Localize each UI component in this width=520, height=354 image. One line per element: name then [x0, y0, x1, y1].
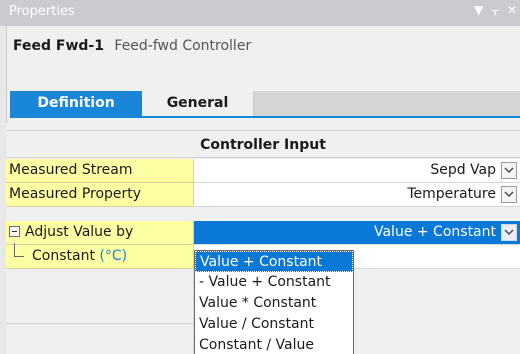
- value-text: Temperature: [407, 186, 496, 202]
- chevron-down-icon: [504, 167, 514, 173]
- label-measured-property: Measured Property: [6, 183, 194, 207]
- chevron-down-icon: [504, 191, 514, 197]
- option-value-times-constant[interactable]: Value * Constant: [195, 293, 353, 314]
- dropdown-arrow-icon[interactable]: ▼: [474, 3, 483, 17]
- close-icon[interactable]: ✕: [507, 3, 517, 17]
- chevron-down-icon: [504, 229, 514, 235]
- option-value-div-constant[interactable]: Value / Constant: [195, 314, 353, 335]
- tab-strip: Definition General: [10, 91, 520, 116]
- empty-label-area: [6, 323, 194, 354]
- option-value-plus-constant[interactable]: Value + Constant: [195, 251, 353, 272]
- label-constant: Constant (°C): [6, 243, 194, 269]
- option-neg-value-plus-constant[interactable]: - Value + Constant: [195, 272, 353, 293]
- value-adjust-value-by[interactable]: Value + Constant: [194, 221, 520, 245]
- dropdown-button[interactable]: [501, 224, 517, 241]
- object-name: Feed Fwd-1: [13, 38, 104, 54]
- label-text: Adjust Value by: [25, 224, 134, 240]
- tab-underline: [10, 116, 520, 118]
- value-measured-property[interactable]: Temperature: [194, 183, 520, 207]
- panel-title: Properties: [9, 4, 75, 19]
- adjust-options-dropdown: Value + Constant - Value + Constant Valu…: [194, 250, 354, 354]
- row-measured-property: Measured Property Temperature: [6, 183, 520, 207]
- pin-icon[interactable]: ᚁ: [492, 3, 498, 17]
- label-adjust-value-by: Adjust Value by: [6, 221, 194, 245]
- label-text: Constant: [32, 248, 95, 264]
- object-type: Feed-fwd Controller: [114, 38, 252, 54]
- dropdown-button[interactable]: [501, 186, 517, 203]
- label-measured-stream: Measured Stream: [6, 159, 194, 183]
- tree-connector: [14, 243, 24, 257]
- value-measured-stream[interactable]: Sepd Vap: [194, 159, 520, 183]
- properties-titlebar: Properties ▼ ᚁ ✕: [0, 0, 520, 26]
- unit-label: (°C): [99, 248, 128, 264]
- empty-label-area: [6, 269, 194, 323]
- row-adjust-value-by: Adjust Value by Value + Constant: [6, 221, 520, 245]
- option-constant-div-value[interactable]: Constant / Value: [195, 335, 353, 354]
- object-header: Feed Fwd-1 Feed-fwd Controller: [13, 38, 251, 54]
- section-header-controller-input: Controller Input: [6, 130, 520, 158]
- tab-definition[interactable]: Definition: [10, 91, 142, 116]
- collapse-icon[interactable]: [9, 226, 20, 237]
- value-text: Value + Constant: [373, 224, 496, 240]
- dropdown-button[interactable]: [501, 162, 517, 179]
- tab-general[interactable]: General: [142, 91, 254, 116]
- row-measured-stream: Measured Stream Sepd Vap: [6, 159, 520, 183]
- value-text: Sepd Vap: [430, 162, 496, 178]
